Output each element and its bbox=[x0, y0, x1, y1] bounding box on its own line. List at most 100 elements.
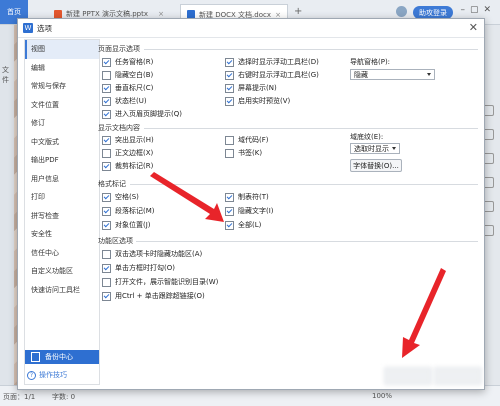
checkbox-ctrl-click-hyperlink[interactable]: 用Ctrl + 单击跟踪超链接(O) bbox=[102, 291, 205, 301]
section-title-format-marks: 格式标记 bbox=[98, 180, 126, 188]
checkbox-label: 选择时显示浮动工具栏(D) bbox=[238, 58, 319, 66]
checkbox-box bbox=[225, 148, 234, 158]
checkbox-box bbox=[102, 70, 111, 80]
divider bbox=[130, 184, 478, 185]
checkbox-label: 状态栏(U) bbox=[115, 97, 147, 105]
checkbox-box bbox=[225, 192, 234, 202]
nav-item-print[interactable]: 打印 bbox=[25, 188, 99, 207]
nav-item-view[interactable]: 视图 bbox=[25, 40, 99, 59]
nav-item-general-save[interactable]: 常规与保存 bbox=[25, 77, 99, 96]
checkbox-screen-tips[interactable]: 屏幕提示(N) bbox=[225, 83, 277, 93]
checkbox-bookmarks[interactable]: 书签(K) bbox=[225, 148, 262, 158]
zoom-level[interactable]: 100% bbox=[372, 392, 392, 400]
checkbox-label: 全部(L) bbox=[238, 221, 262, 229]
nav-item-trust-center[interactable]: 信任中心 bbox=[25, 244, 99, 263]
nav-item-custom-ribbon[interactable]: 自定义功能区 bbox=[25, 262, 99, 281]
close-icon[interactable]: ✕ bbox=[469, 21, 478, 34]
checkbox-label: 进入页眉页脚提示(Q) bbox=[115, 110, 182, 118]
checkbox-smart-toc[interactable]: 打开文件，展示智能识别目录(W) bbox=[102, 277, 218, 287]
checkbox-label: 正文边框(X) bbox=[115, 149, 154, 157]
backup-icon bbox=[31, 352, 40, 362]
checkbox-float-toolbar-rightclick[interactable]: 右键时显示浮动工具栏(G) bbox=[225, 70, 319, 80]
checkbox-text-boundaries[interactable]: 正文边框(X) bbox=[102, 148, 153, 158]
checkbox-hidden-text[interactable]: 隐藏文字(I) bbox=[225, 206, 274, 216]
checkbox-paragraph-marks[interactable]: 段落标记(M) bbox=[102, 206, 155, 216]
add-tab-icon[interactable]: + bbox=[294, 6, 302, 17]
font-substitution-button[interactable]: 字体替换(O)... bbox=[350, 159, 402, 172]
window-controls[interactable]: –▢✕ bbox=[460, 5, 496, 15]
checkbox-status-bar[interactable]: 状态栏(U) bbox=[102, 96, 147, 106]
checkbox-box bbox=[102, 109, 111, 119]
checkbox-box bbox=[225, 135, 234, 145]
checkbox-double-click-hide-ribbon[interactable]: 双击选项卡时隐藏功能区(A) bbox=[102, 249, 202, 259]
cancel-button[interactable] bbox=[434, 367, 482, 385]
dialog-titlebar: W 选项 ✕ bbox=[18, 19, 484, 38]
field-shading-select[interactable]: 选取时显示 bbox=[350, 143, 400, 154]
nav-item-export-pdf[interactable]: 输出PDF bbox=[25, 151, 99, 170]
checkbox-box bbox=[225, 70, 234, 80]
options-dialog: W 选项 ✕ 视图 编辑 常规与保存 文件位置 修订 中文版式 输出PDF 用户… bbox=[17, 18, 485, 390]
page-count: 页面：1/1 bbox=[3, 393, 36, 401]
checkbox-tab-characters[interactable]: 制表符(T) bbox=[225, 192, 269, 202]
checkbox-label: 垂直标尺(C) bbox=[115, 84, 154, 92]
checkbox-box bbox=[102, 135, 111, 145]
section-title-ribbon: 功能区选项 bbox=[98, 237, 133, 245]
nav-item-quick-access[interactable]: 快速访问工具栏 bbox=[25, 281, 99, 300]
nav-item-edit[interactable]: 编辑 bbox=[25, 59, 99, 78]
checkbox-label: 屏幕提示(N) bbox=[238, 84, 277, 92]
checkbox-label: 制表符(T) bbox=[238, 193, 269, 201]
file-menu-label[interactable]: 文件 bbox=[2, 65, 14, 85]
checkbox-live-preview[interactable]: 启用实时预览(V) bbox=[225, 96, 290, 106]
checkbox-box bbox=[225, 206, 234, 216]
checkbox-label: 段落标记(M) bbox=[115, 207, 155, 215]
wps-writer-icon: W bbox=[23, 23, 33, 33]
nav-item-file-location[interactable]: 文件位置 bbox=[25, 96, 99, 115]
checkbox-highlight[interactable]: 突出显示(H) bbox=[102, 135, 154, 145]
nav-item-security[interactable]: 安全性 bbox=[25, 225, 99, 244]
tips-label: 操作技巧 bbox=[39, 371, 67, 379]
checkbox-hide-whitespace[interactable]: 隐藏空白(B) bbox=[102, 70, 153, 80]
options-nav: 视图 编辑 常规与保存 文件位置 修订 中文版式 输出PDF 用户信息 打印 拼… bbox=[24, 39, 100, 385]
nav-pane-value: 隐藏 bbox=[354, 71, 368, 79]
field-shading-value: 选取时显示 bbox=[354, 145, 389, 153]
nav-pane-select[interactable]: 隐藏 bbox=[350, 69, 435, 80]
checkbox-task-pane[interactable]: 任务窗格(R) bbox=[102, 57, 153, 67]
tips-link[interactable]: ? 操作技巧 bbox=[27, 370, 67, 380]
checkbox-field-codes[interactable]: 域代码(F) bbox=[225, 135, 269, 145]
help-icon: ? bbox=[27, 370, 36, 380]
checkbox-box bbox=[102, 96, 111, 106]
checkbox-label: 突出显示(H) bbox=[115, 136, 154, 144]
checkbox-label: 右键时显示浮动工具栏(G) bbox=[238, 71, 319, 79]
checkbox-box bbox=[225, 96, 234, 106]
backup-center-button[interactable]: 备份中心 bbox=[25, 350, 99, 364]
checkbox-box bbox=[102, 291, 111, 301]
nav-item-revision[interactable]: 修订 bbox=[25, 114, 99, 133]
nav-item-user-info[interactable]: 用户信息 bbox=[25, 170, 99, 189]
checkbox-box bbox=[225, 220, 234, 230]
checkbox-box bbox=[225, 57, 234, 67]
word-count: 字数: 0 bbox=[52, 393, 76, 401]
checkbox-float-toolbar-select[interactable]: 选择时显示浮动工具栏(D) bbox=[225, 57, 319, 67]
checkbox-object-anchors[interactable]: 对象位置(J) bbox=[102, 220, 151, 230]
checkbox-spaces[interactable]: 空格(S) bbox=[102, 192, 139, 202]
avatar[interactable] bbox=[396, 6, 407, 17]
checkbox-vertical-ruler[interactable]: 垂直标尺(C) bbox=[102, 83, 153, 93]
checkbox-label: 域代码(F) bbox=[238, 136, 269, 144]
checkbox-label: 启用实时预览(V) bbox=[238, 97, 291, 105]
checkbox-label: 对象位置(J) bbox=[115, 221, 151, 229]
checkbox-header-footer-hint[interactable]: 进入页眉页脚提示(Q) bbox=[102, 109, 182, 119]
divider bbox=[144, 49, 478, 50]
checkbox-box bbox=[102, 263, 111, 273]
ok-button[interactable] bbox=[384, 367, 432, 385]
close-icon[interactable]: × bbox=[158, 10, 164, 18]
nav-item-spell-check[interactable]: 拼写检查 bbox=[25, 207, 99, 226]
checkbox-box bbox=[102, 249, 111, 259]
checkbox-all-marks[interactable]: 全部(L) bbox=[225, 220, 261, 230]
checkbox-click-box-check[interactable]: 单击方框时打勾(O) bbox=[102, 263, 175, 273]
checkbox-crop-marks[interactable]: 裁剪标记(R) bbox=[102, 161, 153, 171]
divider bbox=[144, 128, 478, 129]
checkbox-label: 双击选项卡时隐藏功能区(A) bbox=[115, 250, 203, 258]
nav-item-chinese-layout[interactable]: 中文版式 bbox=[25, 133, 99, 152]
field-shading-label: 域底纹(E): bbox=[350, 133, 384, 141]
checkbox-box bbox=[225, 83, 234, 93]
